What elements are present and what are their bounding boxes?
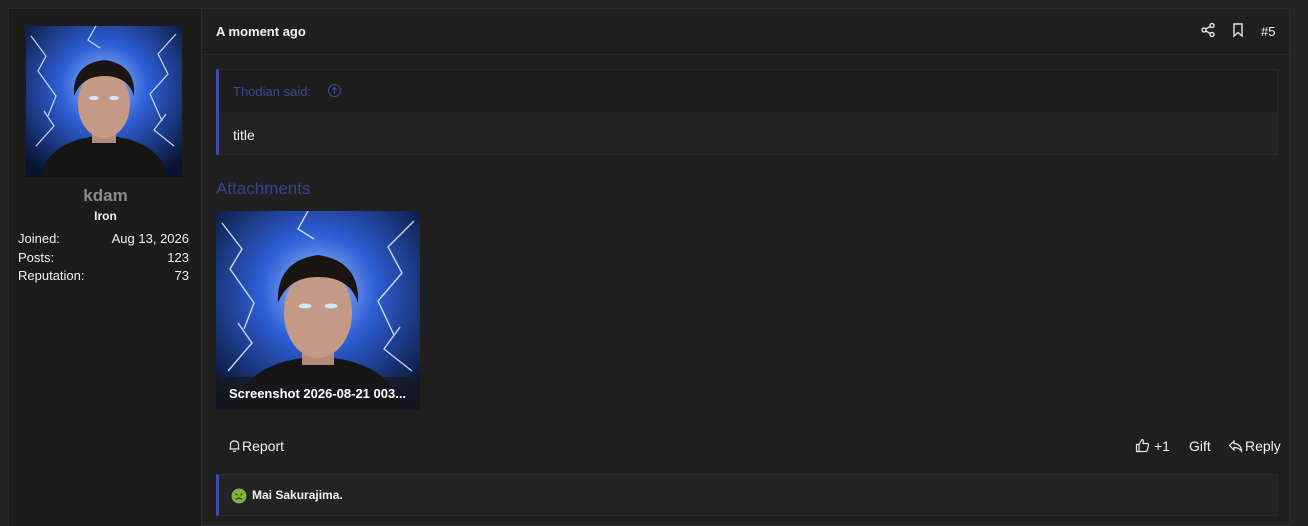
post-main: A moment ago #5 Thodian said: title Atta… <box>203 9 1291 526</box>
bell-icon[interactable] <box>227 438 242 453</box>
post-time[interactable]: A moment ago <box>216 24 306 39</box>
reply-arrow-icon[interactable] <box>1228 438 1243 454</box>
stat-value: 73 <box>174 268 189 283</box>
user-cell: kdam Iron Joined: Aug 13, 2026 Posts: 12… <box>9 9 202 526</box>
gift-button[interactable]: Gift <box>1189 438 1211 454</box>
avatar[interactable] <box>26 26 182 177</box>
share-icon[interactable] <box>1200 22 1216 38</box>
post-actions: Report +1 Gift Reply <box>203 435 1291 459</box>
post: kdam Iron Joined: Aug 13, 2026 Posts: 12… <box>8 8 1291 526</box>
stat-value: 123 <box>167 250 189 265</box>
bookmark-icon[interactable] <box>1230 22 1246 38</box>
reaction-emoji-icon <box>231 488 247 504</box>
reply-button[interactable]: Reply <box>1245 438 1281 454</box>
username[interactable]: kdam <box>9 186 202 206</box>
attachment-caption: Screenshot 2026-08-21 003... <box>216 377 420 410</box>
post-header: A moment ago #5 <box>203 9 1291 55</box>
attachment-thumbnail[interactable]: Screenshot 2026-08-21 003... <box>216 211 420 410</box>
arrow-up-circle-icon[interactable] <box>327 83 342 98</box>
attachment-filename: Screenshot 2026-08-21 003... <box>229 386 407 401</box>
quote-body: title <box>233 127 255 143</box>
stat-value: Aug 13, 2026 <box>111 231 189 246</box>
user-title: Iron <box>94 209 117 223</box>
quote-header: Thodian said: <box>219 70 1277 112</box>
reactions-bar[interactable]: Mai Sakurajima. <box>216 474 1278 516</box>
attachments-title: Attachments <box>216 179 311 198</box>
stat-label: Joined: <box>18 231 60 246</box>
post-number[interactable]: #5 <box>1261 24 1275 39</box>
stat-label: Reputation: <box>18 268 85 283</box>
thumbs-up-icon[interactable] <box>1135 438 1150 453</box>
report-button[interactable]: Report <box>242 438 284 454</box>
like-button[interactable]: +1 <box>1154 438 1170 454</box>
reactions-users[interactable]: Mai Sakurajima. <box>252 488 343 502</box>
quote-author[interactable]: Thodian said: <box>233 84 311 99</box>
quote-block: Thodian said: title <box>216 69 1278 155</box>
stat-label: Posts: <box>18 250 55 265</box>
